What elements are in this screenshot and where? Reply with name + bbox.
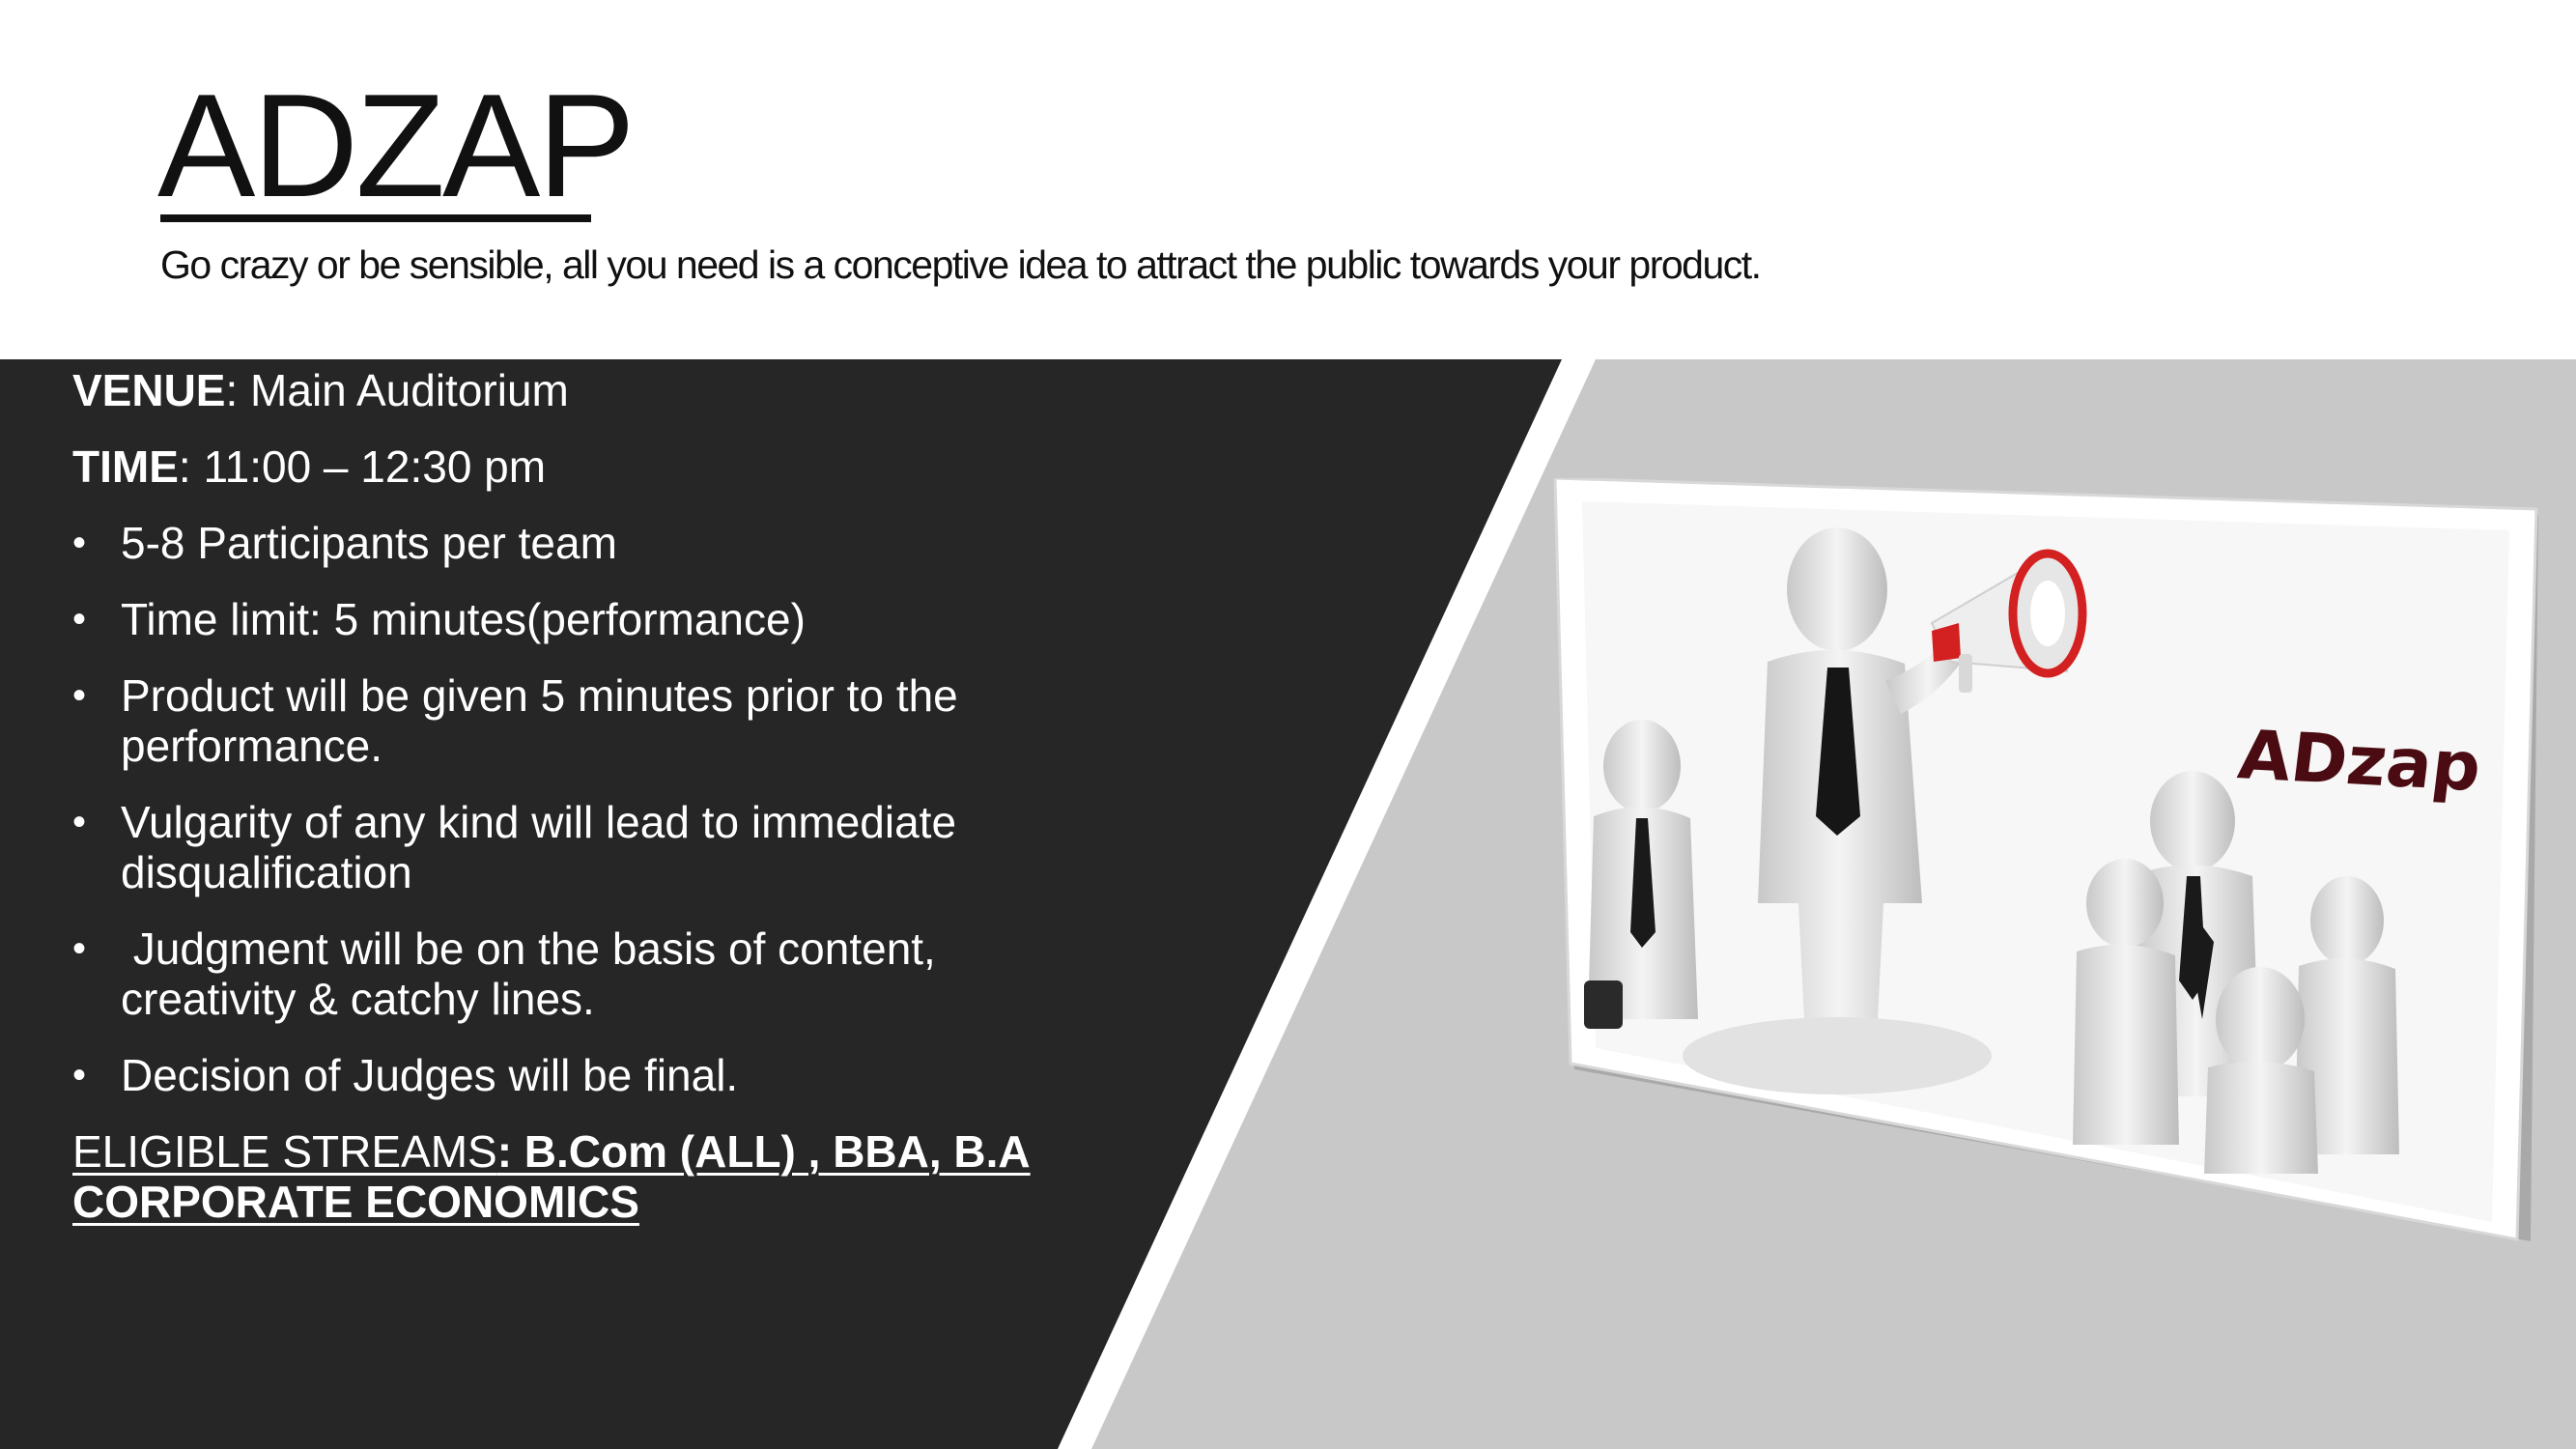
bullet-icon: • [72, 801, 87, 843]
rules-list: • 5-8 Participants per team • Time limit: … [72, 518, 1077, 1100]
rule-item: • Decision of Judges will be final. [72, 1050, 1077, 1100]
title-underline [160, 214, 591, 222]
rule-text: Time limit: 5 minutes(performance) [121, 594, 806, 644]
slide-subtitle: Go crazy or be sensible, all you need is… [160, 242, 1762, 287]
rule-text: Judgment will be on the basis of content… [121, 923, 948, 1024]
rule-item: • Time limit: 5 minutes(performance) [72, 594, 1077, 644]
venue-label: VENUE [72, 365, 226, 415]
bullet-icon: • [72, 674, 87, 717]
rule-text: 5-8 Participants per team [121, 518, 617, 568]
rule-text: Product will be given 5 minutes prior to… [121, 670, 958, 771]
rule-text: Vulgarity of any kind will lead to immed… [121, 797, 957, 897]
bullet-icon: • [72, 522, 87, 564]
venue-value: : Main Auditorium [225, 365, 569, 415]
adzap-logo: ADzap [2234, 715, 2485, 807]
slide-title: ADZAP [157, 64, 636, 228]
rule-item: • Vulgarity of any kind will lead to imme… [72, 797, 1077, 897]
rule-text: Decision of Judges will be final. [121, 1050, 739, 1100]
bullet-icon: • [72, 927, 87, 970]
slide: ADZAP Go crazy or be sensible, all you n… [0, 0, 2576, 1449]
bullet-icon: • [72, 1054, 87, 1096]
time-line: TIME: 11:00 – 12:30 pm [72, 441, 1077, 492]
rule-item: • 5-8 Participants per team [72, 518, 1077, 568]
time-value: : 11:00 – 12:30 pm [178, 441, 547, 492]
time-label: TIME [72, 441, 179, 492]
bullet-icon: • [72, 598, 87, 640]
event-details: VENUE: Main Auditorium TIME: 11:00 – 12:… [72, 365, 1077, 1227]
rule-item: • Judgment will be on the basis of conte… [72, 923, 1077, 1024]
adzap-illustration: ADzap [1553, 478, 2538, 1241]
venue-line: VENUE: Main Auditorium [72, 365, 1077, 415]
eligible-label: ELIGIBLE STREAMS [72, 1126, 497, 1177]
eligible-streams: ELIGIBLE STREAMS: B.Com (ALL) , BBA, B.A… [72, 1126, 1077, 1227]
rule-item: • Product will be given 5 minutes prior t… [72, 670, 1077, 771]
